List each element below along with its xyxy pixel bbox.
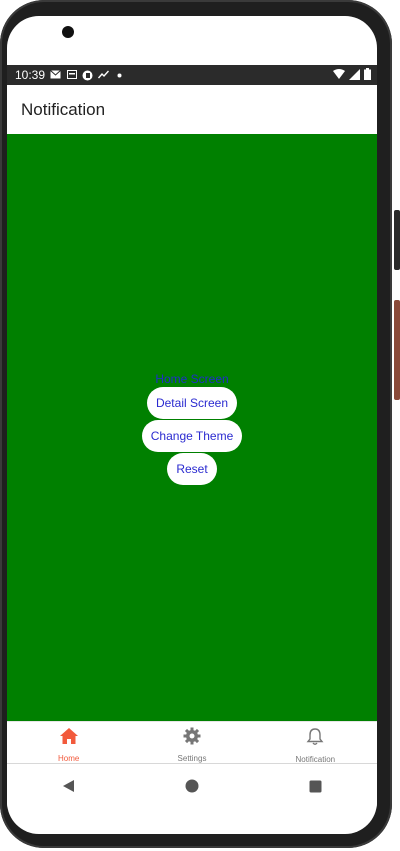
status-bar: 10:39 bbox=[7, 65, 377, 85]
power-button bbox=[394, 210, 400, 270]
wifi-icon bbox=[333, 68, 345, 83]
home-screen-label: Home Screen bbox=[155, 372, 229, 386]
app-icon bbox=[82, 70, 93, 81]
tab-settings-label: Settings bbox=[177, 754, 207, 763]
app-bar: Notification bbox=[7, 85, 377, 134]
dot-icon bbox=[114, 70, 125, 81]
tab-settings[interactable]: Settings bbox=[130, 722, 253, 764]
volume-button bbox=[394, 300, 400, 400]
bottom-tab-bar: Home Settings Notification bbox=[7, 721, 377, 764]
status-time: 10:39 bbox=[15, 68, 46, 82]
detail-screen-button[interactable]: Detail Screen bbox=[146, 387, 238, 419]
battery-icon bbox=[364, 68, 371, 83]
tab-notification[interactable]: Notification bbox=[254, 722, 377, 764]
change-theme-button[interactable]: Change Theme bbox=[141, 420, 243, 452]
screen: 10:39 Notification Home Screen Detail Sc… bbox=[7, 16, 377, 834]
trend-icon bbox=[98, 70, 110, 81]
calendar-icon bbox=[66, 69, 77, 81]
back-icon[interactable] bbox=[59, 776, 79, 796]
recents-icon[interactable] bbox=[305, 776, 325, 796]
reset-button[interactable]: Reset bbox=[167, 453, 217, 485]
signal-icon bbox=[349, 68, 360, 83]
button-group: Home Screen Detail Screen Change Theme R… bbox=[7, 372, 377, 485]
system-nav-bar bbox=[7, 763, 377, 808]
tab-home[interactable]: Home bbox=[7, 722, 130, 764]
status-right bbox=[333, 68, 371, 83]
mail-icon bbox=[50, 69, 61, 81]
gear-icon bbox=[183, 727, 201, 750]
main-content: Home Screen Detail Screen Change Theme R… bbox=[7, 134, 377, 721]
camera-icon bbox=[62, 26, 74, 38]
home-circle-icon[interactable] bbox=[182, 776, 202, 796]
bell-icon bbox=[306, 727, 324, 751]
page-title: Notification bbox=[21, 99, 106, 119]
tab-home-label: Home bbox=[57, 754, 80, 763]
device: 10:39 Notification Home Screen Detail Sc… bbox=[0, 0, 400, 851]
home-icon bbox=[59, 727, 79, 750]
